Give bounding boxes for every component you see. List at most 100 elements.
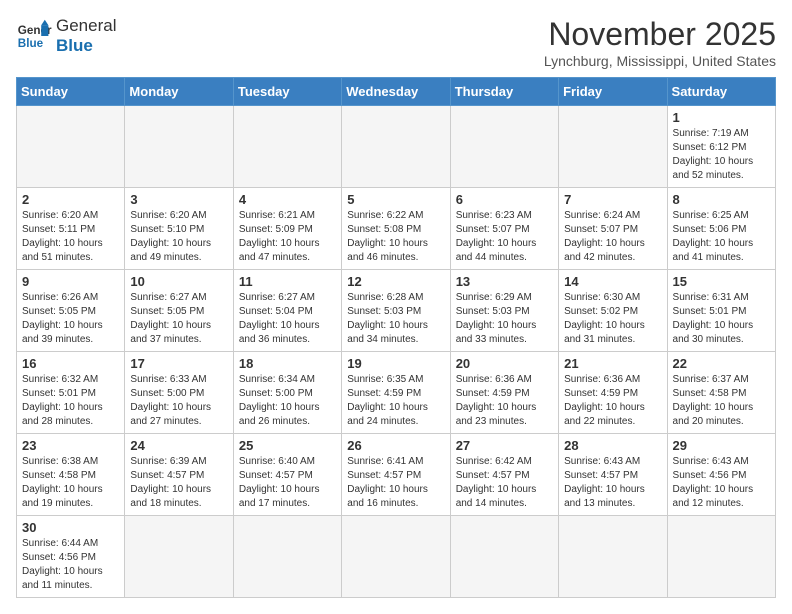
weekday-header-friday: Friday <box>559 78 667 106</box>
day-number: 7 <box>564 192 661 207</box>
day-number: 5 <box>347 192 444 207</box>
calendar-day-cell: 4 Sunrise: 6:21 AM Sunset: 5:09 PM Daylig… <box>233 188 341 270</box>
calendar-day-cell <box>125 516 233 598</box>
page-header: General Blue General Blue November 2025 … <box>16 16 776 69</box>
day-number: 28 <box>564 438 661 453</box>
day-info: Sunrise: 6:35 AM Sunset: 4:59 PM Dayligh… <box>347 373 444 429</box>
calendar-day-cell: 24 Sunrise: 6:39 AM Sunset: 4:57 PM Dayli… <box>125 434 233 516</box>
day-info: Sunrise: 6:43 AM Sunset: 4:57 PM Dayligh… <box>564 455 661 511</box>
calendar-week-row: 30 Sunrise: 6:44 AM Sunset: 4:56 PM Dayli… <box>17 516 776 598</box>
calendar-day-cell: 22 Sunrise: 6:37 AM Sunset: 4:58 PM Dayli… <box>667 352 775 434</box>
day-info: Sunrise: 6:29 AM Sunset: 5:03 PM Dayligh… <box>456 291 553 347</box>
calendar-day-cell: 18 Sunrise: 6:34 AM Sunset: 5:00 PM Dayli… <box>233 352 341 434</box>
calendar-day-cell: 21Sunrise: 6:36 AM Sunset: 4:59 PM Dayli… <box>559 352 667 434</box>
title-block: November 2025 Lynchburg, Mississippi, Un… <box>544 16 776 69</box>
day-number: 17 <box>130 356 227 371</box>
calendar-day-cell <box>667 516 775 598</box>
calendar-week-row: 16Sunrise: 6:32 AM Sunset: 5:01 PM Dayli… <box>17 352 776 434</box>
calendar-day-cell: 9 Sunrise: 6:26 AM Sunset: 5:05 PM Daylig… <box>17 270 125 352</box>
day-info: Sunrise: 6:37 AM Sunset: 4:58 PM Dayligh… <box>673 373 770 429</box>
calendar-day-cell: 3 Sunrise: 6:20 AM Sunset: 5:10 PM Daylig… <box>125 188 233 270</box>
calendar-day-cell: 19 Sunrise: 6:35 AM Sunset: 4:59 PM Dayli… <box>342 352 450 434</box>
day-number: 14 <box>564 274 661 289</box>
calendar-week-row: 9 Sunrise: 6:26 AM Sunset: 5:05 PM Daylig… <box>17 270 776 352</box>
day-number: 18 <box>239 356 336 371</box>
calendar-day-cell: 1 Sunrise: 7:19 AM Sunset: 6:12 PM Daylig… <box>667 106 775 188</box>
day-number: 4 <box>239 192 336 207</box>
day-info: Sunrise: 6:20 AM Sunset: 5:11 PM Dayligh… <box>22 209 119 265</box>
calendar-day-cell <box>342 516 450 598</box>
logo-icon: General Blue <box>16 18 52 54</box>
calendar-day-cell <box>125 106 233 188</box>
calendar-day-cell: 23Sunrise: 6:38 AM Sunset: 4:58 PM Dayli… <box>17 434 125 516</box>
day-info: Sunrise: 6:21 AM Sunset: 5:09 PM Dayligh… <box>239 209 336 265</box>
calendar-week-row: 23Sunrise: 6:38 AM Sunset: 4:58 PM Dayli… <box>17 434 776 516</box>
weekday-header-wednesday: Wednesday <box>342 78 450 106</box>
calendar-day-cell: 2 Sunrise: 6:20 AM Sunset: 5:11 PM Daylig… <box>17 188 125 270</box>
day-info: Sunrise: 6:44 AM Sunset: 4:56 PM Dayligh… <box>22 537 119 593</box>
day-info: Sunrise: 6:22 AM Sunset: 5:08 PM Dayligh… <box>347 209 444 265</box>
calendar-day-cell: 13Sunrise: 6:29 AM Sunset: 5:03 PM Dayli… <box>450 270 558 352</box>
calendar-day-cell: 17 Sunrise: 6:33 AM Sunset: 5:00 PM Dayli… <box>125 352 233 434</box>
day-number: 3 <box>130 192 227 207</box>
day-info: Sunrise: 6:27 AM Sunset: 5:05 PM Dayligh… <box>130 291 227 347</box>
weekday-header-thursday: Thursday <box>450 78 558 106</box>
calendar-day-cell: 8Sunrise: 6:25 AM Sunset: 5:06 PM Daylig… <box>667 188 775 270</box>
day-number: 19 <box>347 356 444 371</box>
day-info: Sunrise: 6:43 AM Sunset: 4:56 PM Dayligh… <box>673 455 770 511</box>
logo-blue-text: Blue <box>56 36 116 56</box>
day-number: 24 <box>130 438 227 453</box>
day-number: 8 <box>673 192 770 207</box>
logo: General Blue General Blue <box>16 16 116 57</box>
day-info: Sunrise: 6:41 AM Sunset: 4:57 PM Dayligh… <box>347 455 444 511</box>
day-number: 21 <box>564 356 661 371</box>
calendar-day-cell: 28 Sunrise: 6:43 AM Sunset: 4:57 PM Dayli… <box>559 434 667 516</box>
day-number: 6 <box>456 192 553 207</box>
calendar-header-row: SundayMondayTuesdayWednesdayThursdayFrid… <box>17 78 776 106</box>
calendar-day-cell: 30 Sunrise: 6:44 AM Sunset: 4:56 PM Dayli… <box>17 516 125 598</box>
location-text: Lynchburg, Mississippi, United States <box>544 53 776 69</box>
calendar-day-cell <box>450 516 558 598</box>
day-info: Sunrise: 6:31 AM Sunset: 5:01 PM Dayligh… <box>673 291 770 347</box>
calendar-day-cell: 16Sunrise: 6:32 AM Sunset: 5:01 PM Dayli… <box>17 352 125 434</box>
day-info: Sunrise: 6:33 AM Sunset: 5:00 PM Dayligh… <box>130 373 227 429</box>
day-info: Sunrise: 6:42 AM Sunset: 4:57 PM Dayligh… <box>456 455 553 511</box>
day-info: Sunrise: 6:36 AM Sunset: 4:59 PM Dayligh… <box>456 373 553 429</box>
day-info: Sunrise: 6:40 AM Sunset: 4:57 PM Dayligh… <box>239 455 336 511</box>
day-number: 1 <box>673 110 770 125</box>
day-number: 30 <box>22 520 119 535</box>
day-info: Sunrise: 7:19 AM Sunset: 6:12 PM Dayligh… <box>673 127 770 183</box>
day-info: Sunrise: 6:24 AM Sunset: 5:07 PM Dayligh… <box>564 209 661 265</box>
calendar-day-cell <box>559 516 667 598</box>
day-number: 22 <box>673 356 770 371</box>
calendar-day-cell <box>17 106 125 188</box>
day-number: 2 <box>22 192 119 207</box>
day-number: 9 <box>22 274 119 289</box>
calendar-table: SundayMondayTuesdayWednesdayThursdayFrid… <box>16 77 776 598</box>
calendar-day-cell: 5 Sunrise: 6:22 AM Sunset: 5:08 PM Daylig… <box>342 188 450 270</box>
day-number: 12 <box>347 274 444 289</box>
day-number: 29 <box>673 438 770 453</box>
calendar-day-cell: 29 Sunrise: 6:43 AM Sunset: 4:56 PM Dayli… <box>667 434 775 516</box>
svg-text:Blue: Blue <box>18 37 44 50</box>
day-number: 20 <box>456 356 553 371</box>
day-info: Sunrise: 6:27 AM Sunset: 5:04 PM Dayligh… <box>239 291 336 347</box>
weekday-header-sunday: Sunday <box>17 78 125 106</box>
day-info: Sunrise: 6:20 AM Sunset: 5:10 PM Dayligh… <box>130 209 227 265</box>
calendar-day-cell: 15Sunrise: 6:31 AM Sunset: 5:01 PM Dayli… <box>667 270 775 352</box>
day-number: 25 <box>239 438 336 453</box>
day-number: 26 <box>347 438 444 453</box>
calendar-day-cell <box>342 106 450 188</box>
day-number: 11 <box>239 274 336 289</box>
day-number: 23 <box>22 438 119 453</box>
day-info: Sunrise: 6:39 AM Sunset: 4:57 PM Dayligh… <box>130 455 227 511</box>
calendar-day-cell <box>233 516 341 598</box>
calendar-day-cell: 20 Sunrise: 6:36 AM Sunset: 4:59 PM Dayli… <box>450 352 558 434</box>
calendar-day-cell: 26 Sunrise: 6:41 AM Sunset: 4:57 PM Dayli… <box>342 434 450 516</box>
day-info: Sunrise: 6:26 AM Sunset: 5:05 PM Dayligh… <box>22 291 119 347</box>
calendar-day-cell <box>559 106 667 188</box>
month-title: November 2025 <box>544 16 776 53</box>
logo-general-text: General <box>56 16 116 36</box>
day-info: Sunrise: 6:34 AM Sunset: 5:00 PM Dayligh… <box>239 373 336 429</box>
day-info: Sunrise: 6:32 AM Sunset: 5:01 PM Dayligh… <box>22 373 119 429</box>
